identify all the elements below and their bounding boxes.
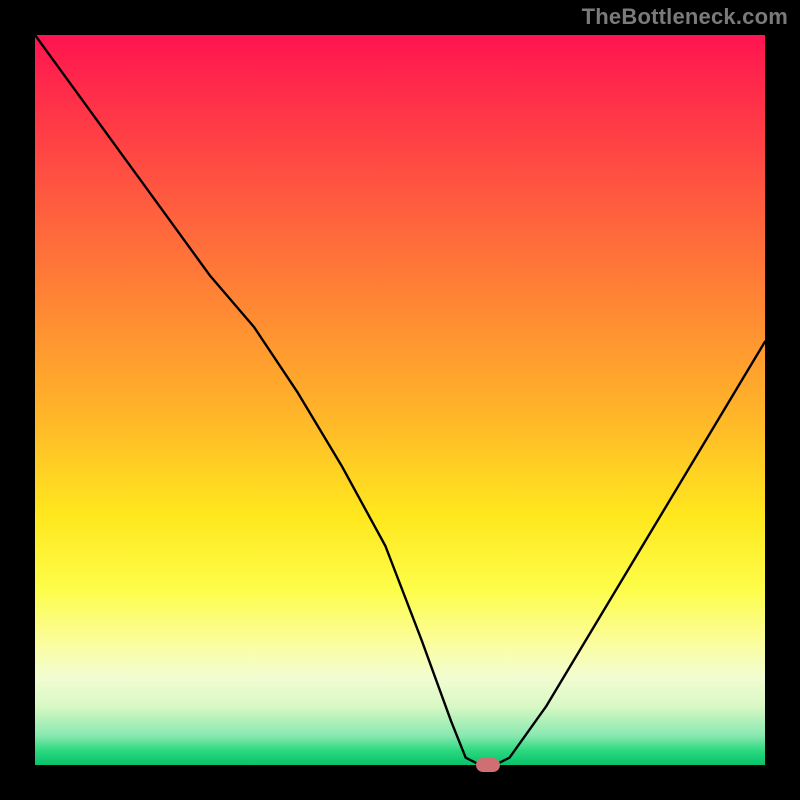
bottleneck-curve — [35, 35, 765, 765]
chart-frame: TheBottleneck.com — [0, 0, 800, 800]
plot-area — [35, 35, 765, 765]
attribution-text: TheBottleneck.com — [582, 4, 788, 30]
optimal-point-marker — [476, 758, 500, 772]
